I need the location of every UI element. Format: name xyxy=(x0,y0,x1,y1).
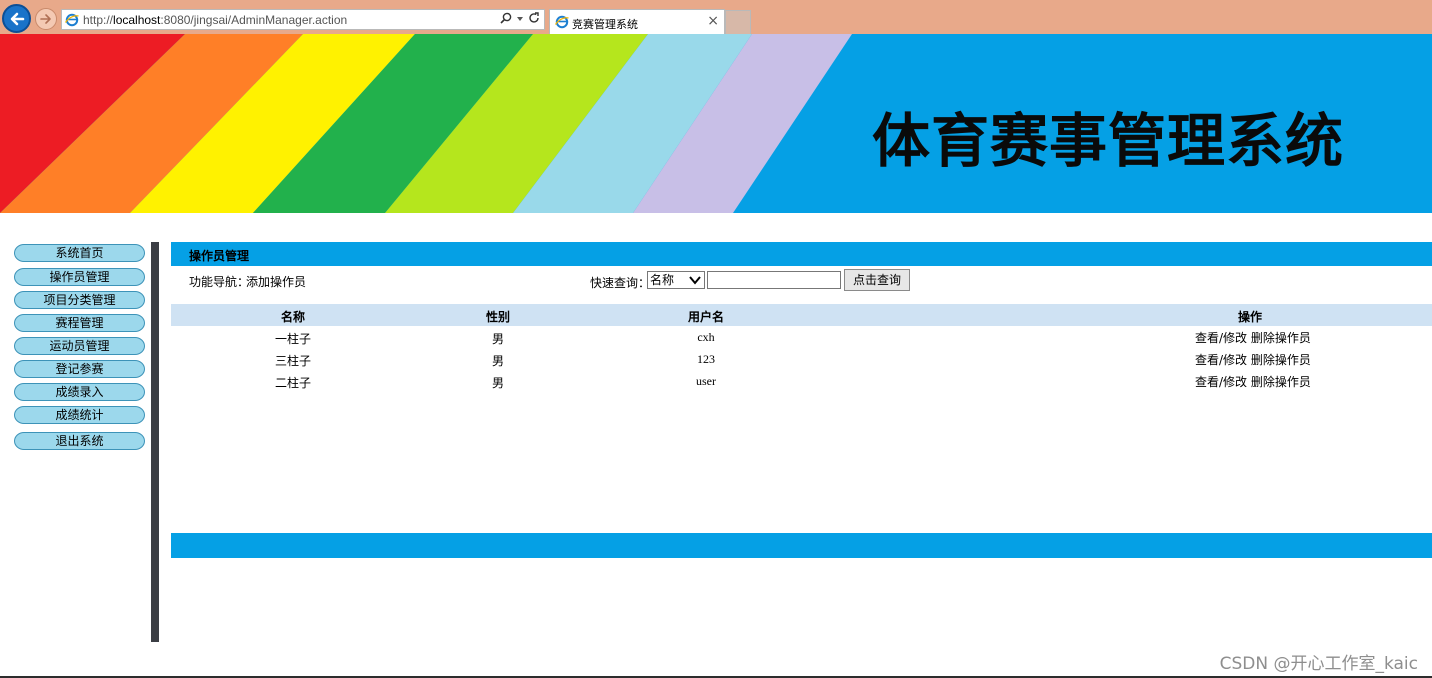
sidebar-item-score-entry[interactable]: 成绩录入 xyxy=(14,383,145,401)
sidebar-divider xyxy=(151,242,159,642)
sidebar-item-operators[interactable]: 操作员管理 xyxy=(14,268,145,286)
quick-search-input[interactable] xyxy=(707,271,841,289)
watermark-text: CSDN @开心工作室_kaic xyxy=(1219,654,1418,674)
table-row: 三柱子 男 123 查看/修改 删除操作员 xyxy=(171,348,1432,370)
sidebar-item-registration[interactable]: 登记参赛 xyxy=(14,360,145,378)
search-button[interactable]: 点击查询 xyxy=(844,269,910,291)
quick-search-label: 快速查询： xyxy=(590,276,651,290)
col-header-gender: 性别 xyxy=(485,310,511,324)
forward-button[interactable] xyxy=(35,8,57,30)
sidebar-item-home[interactable]: 系统首页 xyxy=(14,244,145,262)
browser-tab[interactable]: 竞赛管理系统 × xyxy=(549,9,725,34)
delete-operator-link[interactable]: 删除操作员 xyxy=(1251,353,1311,367)
arrow-left-icon xyxy=(10,12,25,26)
row-actions: 查看/修改 删除操作员 xyxy=(1195,351,1311,368)
row-actions: 查看/修改 删除操作员 xyxy=(1195,373,1311,390)
delete-operator-link[interactable]: 删除操作员 xyxy=(1251,331,1311,345)
header-banner: 体育赛事管理系统 xyxy=(0,34,1432,213)
sidebar-item-categories[interactable]: 项目分类管理 xyxy=(14,291,145,309)
col-header-actions: 操作 xyxy=(1237,310,1263,324)
browser-toolbar: http://localhost:8080/jingsai/AdminManag… xyxy=(0,0,1432,34)
address-tools[interactable] xyxy=(500,12,540,26)
tab-title: 竞赛管理系统 xyxy=(572,18,638,31)
sidebar-item-schedule[interactable]: 赛程管理 xyxy=(14,314,145,332)
panel-header: 操作员管理 xyxy=(171,242,1432,266)
delete-operator-link[interactable]: 删除操作员 xyxy=(1251,375,1311,389)
search-icon xyxy=(500,12,512,24)
ie-tab-icon xyxy=(555,15,569,29)
view-edit-link[interactable]: 查看/修改 xyxy=(1195,353,1247,367)
table-row: 一柱子 男 cxh 查看/修改 删除操作员 xyxy=(171,326,1432,348)
close-tab-icon[interactable]: × xyxy=(707,13,719,29)
ie-page-icon xyxy=(65,13,79,27)
cell-name: 二柱子 xyxy=(274,376,312,390)
cell-username: 123 xyxy=(697,352,715,366)
address-bar[interactable]: http://localhost:8080/jingsai/AdminManag… xyxy=(61,9,545,30)
panel-footer xyxy=(171,533,1432,558)
main-panel: 操作员管理 功能导航： 添加操作员 快速查询： 名称 点击查询 名称 性别 用户… xyxy=(171,242,1432,562)
search-field-value: 名称 xyxy=(650,273,675,287)
system-title: 体育赛事管理系统 xyxy=(872,107,1345,175)
table-header: 名称 性别 用户名 操作 xyxy=(171,304,1432,326)
sidebar-item-score-stats[interactable]: 成绩统计 xyxy=(14,406,145,424)
cell-name: 一柱子 xyxy=(274,332,312,346)
sidebar-item-athletes[interactable]: 运动员管理 xyxy=(14,337,145,355)
arrow-right-icon xyxy=(40,14,51,24)
cell-username: cxh xyxy=(697,330,715,344)
table-row: 二柱子 男 user 查看/修改 删除操作员 xyxy=(171,370,1432,392)
col-header-name: 名称 xyxy=(280,310,306,324)
cell-username: user xyxy=(696,374,716,388)
function-nav-label: 功能导航： xyxy=(189,275,250,289)
search-field-select[interactable]: 名称 xyxy=(647,271,705,289)
dropdown-icon xyxy=(517,17,524,21)
cell-gender: 男 xyxy=(491,376,505,390)
sidebar-item-logout[interactable]: 退出系统 xyxy=(14,432,145,450)
address-url: http://localhost:8080/jingsai/AdminManag… xyxy=(83,13,348,27)
cell-gender: 男 xyxy=(491,354,505,368)
panel-title: 操作员管理 xyxy=(189,249,250,263)
chevron-down-icon xyxy=(689,276,701,285)
row-actions: 查看/修改 删除操作员 xyxy=(1195,329,1311,346)
new-tab-button[interactable] xyxy=(725,10,751,34)
add-operator-link[interactable]: 添加操作员 xyxy=(246,273,306,290)
view-edit-link[interactable]: 查看/修改 xyxy=(1195,375,1247,389)
back-button[interactable] xyxy=(2,4,31,33)
cell-name: 三柱子 xyxy=(274,354,312,368)
view-edit-link[interactable]: 查看/修改 xyxy=(1195,331,1247,345)
cell-gender: 男 xyxy=(491,332,505,346)
col-header-username: 用户名 xyxy=(687,310,725,324)
refresh-icon xyxy=(529,12,539,23)
